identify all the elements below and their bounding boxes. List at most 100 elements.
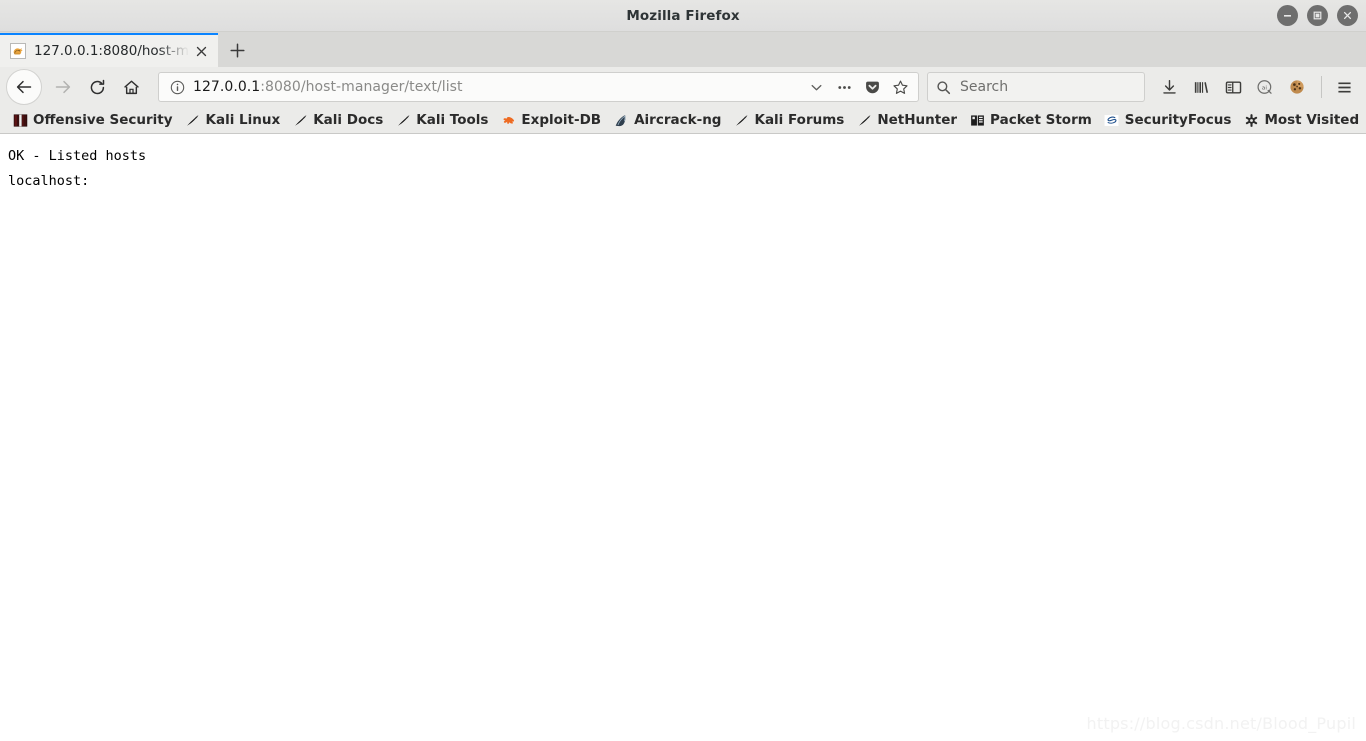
most-visited-icon	[1243, 112, 1259, 128]
home-icon	[123, 80, 139, 94]
url-path: :8080/host-manager/text/list	[260, 79, 463, 95]
bookmark-label: Aircrack-ng	[634, 112, 722, 128]
pocket-icon[interactable]	[859, 74, 885, 100]
reload-icon	[90, 79, 104, 94]
minimize-button[interactable]	[1277, 5, 1298, 26]
star-icon	[892, 80, 908, 94]
bookmark-kali-tools[interactable]: Kali Tools	[389, 109, 494, 131]
cookie-addon-icon[interactable]	[1281, 71, 1313, 103]
title-bar: Mozilla Firefox	[0, 0, 1366, 32]
search-icon	[937, 80, 951, 94]
qa-circle-icon: ai	[1257, 80, 1272, 94]
info-icon[interactable]	[167, 80, 187, 95]
bookmark-aircrack-ng[interactable]: Aircrack-ng	[607, 109, 727, 131]
chevron-down-icon	[811, 84, 821, 90]
exploit-db-logo	[503, 116, 514, 124]
downloads-icon[interactable]	[1153, 71, 1185, 103]
new-tab-button[interactable]	[218, 33, 256, 67]
tab-host-manager[interactable]: 127.0.0.1:8080/host-ma	[0, 33, 218, 67]
packet-storm-icon	[969, 112, 985, 128]
download-arrow-icon	[1162, 79, 1176, 94]
bookmark-exploit-db[interactable]: Exploit-DB	[494, 109, 607, 131]
bookmark-packet-storm[interactable]: Packet Storm	[963, 109, 1098, 131]
tab-title: 127.0.0.1:8080/host-ma	[34, 43, 189, 59]
sidebar-icon[interactable]	[1217, 71, 1249, 103]
bookmark-kali-linux[interactable]: Kali Linux	[179, 109, 287, 131]
tab-close-button[interactable]	[189, 39, 213, 63]
svg-text:ai: ai	[1262, 85, 1267, 91]
close-icon	[196, 46, 206, 56]
app-menu-icon[interactable]	[1328, 71, 1360, 103]
bookmark-label: Kali Docs	[313, 112, 384, 128]
library-books-icon	[1194, 81, 1208, 93]
offensive-security-icon	[12, 112, 28, 128]
search-input[interactable]: Search	[951, 79, 1008, 95]
kali-dragon-icon	[185, 112, 201, 128]
bookmark-most-visited[interactable]: Most Visited	[1237, 109, 1365, 131]
bookmark-label: NetHunter	[877, 112, 958, 128]
bookmark-label: Kali Tools	[416, 112, 489, 128]
bookmark-offensive-security[interactable]: Offensive Security	[6, 109, 179, 131]
bookmark-kali-docs[interactable]: Kali Docs	[286, 109, 389, 131]
offensive-security-logo	[13, 113, 27, 127]
packet-storm-logo	[970, 114, 984, 126]
url-host: 127.0.0.1	[193, 79, 261, 95]
forward-button[interactable]	[46, 71, 80, 103]
aircrack-ng-logo	[615, 114, 626, 126]
securityfocus-icon	[1104, 112, 1120, 128]
kali-dragon-icon	[395, 112, 411, 128]
navigation-toolbar: 127.0.0.1:8080/host-manager/text/list Se…	[0, 67, 1366, 107]
plus-icon	[229, 42, 245, 58]
bookmark-star-icon[interactable]	[887, 74, 913, 100]
kali-dragon-logo	[397, 114, 410, 126]
close-icon	[1343, 11, 1352, 20]
bookmark-label: Kali Forums	[754, 112, 845, 128]
maximize-button[interactable]	[1307, 5, 1328, 26]
url-actions	[803, 74, 913, 100]
response-line-2: localhost:	[8, 173, 90, 189]
exploit-db-icon	[500, 112, 516, 128]
tomcat-icon	[10, 43, 26, 59]
bookmark-label: Most Visited	[1264, 112, 1360, 128]
minimize-icon	[1284, 15, 1291, 17]
firefox-window: Mozilla Firefox 127.0.0.1:8080/host-ma 1…	[0, 0, 1366, 741]
kali-dragon-logo	[294, 114, 307, 126]
toolbar-separator	[1321, 76, 1322, 98]
pocket-save-icon	[865, 81, 879, 93]
info-circle-icon	[170, 80, 184, 94]
close-button[interactable]	[1337, 5, 1358, 26]
cookie-icon	[1290, 80, 1304, 94]
securityfocus-logo	[1104, 114, 1119, 126]
page-actions-icon[interactable]	[831, 74, 857, 100]
url-bar[interactable]: 127.0.0.1:8080/host-manager/text/list	[158, 72, 919, 102]
bookmark-kali-forums[interactable]: Kali Forums	[727, 109, 850, 131]
kali-dragon-logo	[187, 114, 199, 126]
maximize-icon	[1313, 11, 1322, 20]
toolbar-right: ai	[1153, 71, 1360, 103]
bookmark-label: Offensive Security	[33, 112, 173, 128]
kali-dragon-logo	[736, 114, 748, 126]
arrow-right-icon	[55, 80, 71, 94]
bookmark-securityfocus[interactable]: SecurityFocus	[1098, 109, 1238, 131]
window-controls	[1277, 0, 1358, 31]
search-bar[interactable]: Search	[927, 72, 1145, 102]
response-line-1: OK - Listed hosts	[8, 148, 147, 164]
page-content: OK - Listed hosts localhost: https://blo…	[0, 134, 1366, 741]
library-icon[interactable]	[1185, 71, 1217, 103]
qa-addon-icon[interactable]: ai	[1249, 71, 1281, 103]
ellipsis-icon	[837, 85, 851, 89]
reload-button[interactable]	[80, 71, 114, 103]
aircrack-ng-icon	[613, 112, 629, 128]
url-text[interactable]: 127.0.0.1:8080/host-manager/text/list	[187, 79, 803, 95]
history-dropdown-icon[interactable]	[803, 74, 829, 100]
tab-strip: 127.0.0.1:8080/host-ma	[0, 32, 1366, 67]
bookmark-nethunter[interactable]: NetHunter	[850, 109, 963, 131]
kali-dragon-logo	[858, 114, 871, 126]
kali-dragon-icon	[733, 112, 749, 128]
home-button[interactable]	[114, 71, 148, 103]
back-button[interactable]	[6, 69, 42, 105]
tomcat-favicon-art	[11, 44, 25, 58]
bookmark-label: SecurityFocus	[1124, 112, 1232, 128]
hamburger-icon	[1337, 81, 1351, 93]
bookmark-label: Exploit-DB	[521, 112, 602, 128]
